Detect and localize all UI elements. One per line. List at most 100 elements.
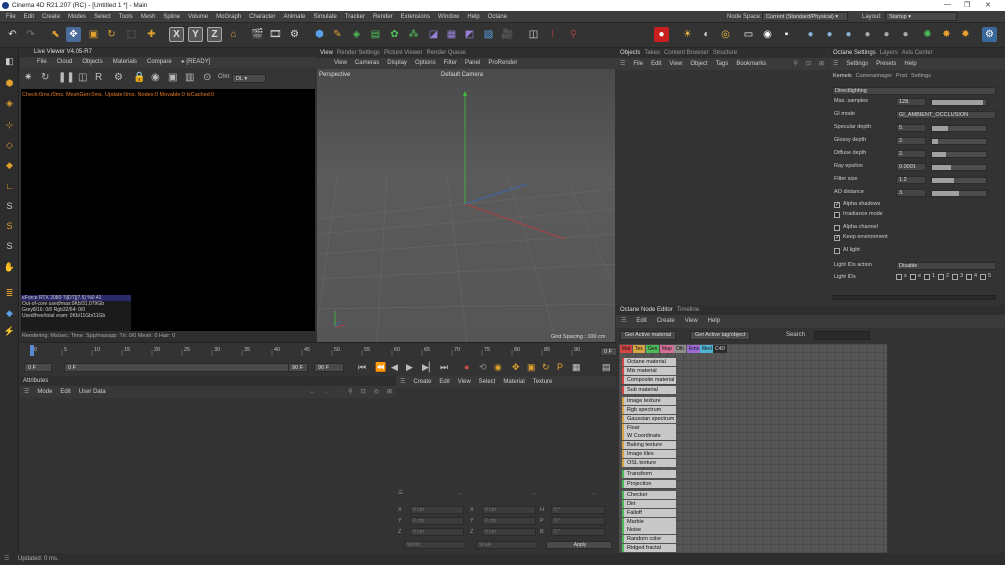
attributes-menu-edit[interactable]: Edit xyxy=(60,386,70,398)
octane-specular-material-icon[interactable]: ● xyxy=(841,27,856,42)
start-frame-field[interactable]: 0 F xyxy=(24,363,52,372)
max-frame-field[interactable]: 90 F xyxy=(314,363,344,372)
coordinate-scale-dropdown[interactable]: Scale xyxy=(476,541,538,549)
snap-icon[interactable]: S xyxy=(2,198,17,213)
render-settings-icon[interactable]: ⚙ xyxy=(287,27,302,42)
light-id-checkbox[interactable] xyxy=(910,274,916,280)
node-palette-item[interactable]: Gaussian spectrum xyxy=(622,414,676,423)
add-tool-icon[interactable]: ✚ xyxy=(144,27,159,42)
node-palette-item[interactable]: Falloff xyxy=(622,508,676,517)
material-menu-material[interactable]: Material xyxy=(503,376,524,388)
scale-key-icon[interactable]: ▣ xyxy=(527,362,536,373)
node-category-tab-oth[interactable]: Oth xyxy=(674,345,687,353)
objects-tab-structure[interactable]: Structure xyxy=(713,48,737,58)
node-palette-item[interactable]: Random color xyxy=(622,535,676,544)
new-window-icon[interactable]: ⊞ xyxy=(387,386,392,398)
menu-character[interactable]: Character xyxy=(249,11,275,23)
cloner-icon[interactable]: ✿ xyxy=(387,27,402,42)
setting-slider[interactable] xyxy=(931,125,987,132)
material-menu-create[interactable]: Create xyxy=(413,376,431,388)
locking-icon[interactable]: ✋ xyxy=(2,260,17,275)
rotate-tool-icon[interactable]: ↻ xyxy=(104,27,119,42)
minimize-button[interactable]: — xyxy=(944,1,951,8)
texture-mode-icon[interactable]: ◈ xyxy=(2,96,17,111)
prev-frame-icon[interactable]: ◀ xyxy=(391,362,398,373)
node-category-tab-gen[interactable]: Gen xyxy=(646,345,660,353)
restart-icon[interactable]: ↻ xyxy=(41,72,49,83)
node-palette-item[interactable]: Projection xyxy=(622,480,676,489)
min-frame-field[interactable]: 0 F xyxy=(64,363,304,372)
node-palette-item[interactable]: Transform xyxy=(622,469,676,478)
next-frame-icon[interactable]: ▶▏ xyxy=(422,362,436,373)
node-palette-item[interactable]: Octane material xyxy=(622,358,676,366)
hamburger-icon[interactable]: ☰ xyxy=(24,386,29,398)
setting-value-field[interactable]: 2. xyxy=(896,137,926,145)
subdivision-icon[interactable]: ◈ xyxy=(349,27,364,42)
octane-metallic-material-icon[interactable]: ● xyxy=(860,27,875,42)
attributes-menu-user-data[interactable]: User Data xyxy=(79,386,106,398)
close-button[interactable]: ✕ xyxy=(985,1,991,9)
menu-help[interactable]: Help xyxy=(467,11,479,23)
node-palette-item[interactable]: Mix material xyxy=(622,366,676,375)
node-palette-item[interactable]: Sub material xyxy=(622,386,676,395)
octane-settings-menu-presets[interactable]: Presets xyxy=(876,58,896,70)
lock-icon[interactable]: 🔒 xyxy=(133,72,145,83)
keyframe-selection-icon[interactable]: ◉ xyxy=(494,362,502,373)
octane-texture-env-icon[interactable]: ◎ xyxy=(718,27,733,42)
node-category-tab-med[interactable]: Med xyxy=(700,345,714,353)
viewport-tab-view[interactable]: View xyxy=(320,48,333,58)
light-icon[interactable]: ◫ xyxy=(526,27,541,42)
menu-tracker[interactable]: Tracker xyxy=(345,11,365,23)
region-icon[interactable]: ◫ xyxy=(78,72,87,83)
octane-vdb-icon[interactable]: ✸ xyxy=(939,27,954,42)
settings-icon[interactable]: ⚙ xyxy=(114,72,123,83)
rotation-field[interactable]: 0 ° xyxy=(551,528,605,536)
record-icon[interactable]: ● xyxy=(464,362,469,372)
layers-icon[interactable]: ≣ xyxy=(2,286,17,301)
model-mode-icon[interactable]: ⬢ xyxy=(2,76,17,91)
hamburger-icon[interactable]: ☰ xyxy=(620,58,625,70)
hamburger-icon[interactable]: ☰ xyxy=(398,490,403,496)
node-palette-item[interactable]: Ridged fractal xyxy=(622,544,676,552)
checkbox[interactable] xyxy=(834,212,840,218)
node-space-dropdown[interactable]: Current (Standard/Physical) ▾ xyxy=(762,12,848,21)
rotation-field[interactable]: 0 ° xyxy=(551,506,605,514)
sketch-icon[interactable]: ⚲ xyxy=(566,27,581,42)
node-palette-item[interactable]: Image tiles xyxy=(622,450,676,458)
setting-value-field[interactable]: 1.2 xyxy=(896,176,926,184)
material-menu-edit[interactable]: Edit xyxy=(439,376,449,388)
polygons-mode-icon[interactable]: ◆ xyxy=(2,158,17,173)
y-axis-button[interactable]: Y xyxy=(188,27,203,42)
viewport-menu-filter[interactable]: Filter xyxy=(444,58,457,69)
position-field[interactable]: 0 cm xyxy=(410,506,464,514)
light-id-checkbox[interactable] xyxy=(966,274,972,280)
position-field[interactable]: 0 cm xyxy=(410,528,464,536)
back-arrow-icon[interactable]: ← xyxy=(309,386,315,398)
menu-window[interactable]: Window xyxy=(438,11,459,23)
viewport-tab-render-queue[interactable]: Render Queue xyxy=(427,48,466,58)
octane-area-light-icon[interactable]: ◉ xyxy=(760,27,775,42)
quantize-icon[interactable]: S xyxy=(2,238,17,253)
node-editor-menu-create[interactable]: Create xyxy=(657,315,675,328)
setting-value-field[interactable]: 2. xyxy=(896,150,926,158)
menu-create[interactable]: Create xyxy=(42,11,60,23)
light-id-checkbox[interactable] xyxy=(938,274,944,280)
search-icon[interactable]: ⚲ xyxy=(794,58,798,70)
node-category-tab-mat[interactable]: Mat xyxy=(620,345,633,353)
hamburger-icon[interactable]: ☰ xyxy=(833,58,838,70)
menu-volume[interactable]: Volume xyxy=(188,11,208,23)
octane-camera-icon[interactable]: ▭ xyxy=(741,27,756,42)
octane-settings-menu-help[interactable]: Help xyxy=(904,58,916,70)
viewport-tab-picture-viewer[interactable]: Picture Viewer xyxy=(384,48,423,58)
light-id-checkbox[interactable] xyxy=(952,274,958,280)
material-menu-texture[interactable]: Texture xyxy=(533,376,553,388)
channel-dropdown[interactable]: DL ▾ xyxy=(232,74,266,83)
filter-icon[interactable]: ⊡ xyxy=(806,58,811,70)
target-icon[interactable]: ◎ xyxy=(374,386,379,398)
prev-key-icon[interactable]: ⏪ xyxy=(375,362,386,373)
objects-menu-bookmarks[interactable]: Bookmarks xyxy=(736,58,766,70)
objects-menu-file[interactable]: File xyxy=(633,58,643,70)
go-to-end-icon[interactable]: ⏭ xyxy=(440,362,448,373)
undo-icon[interactable]: ↶ xyxy=(5,27,20,42)
scene-icon[interactable]: ◩ xyxy=(462,27,477,42)
